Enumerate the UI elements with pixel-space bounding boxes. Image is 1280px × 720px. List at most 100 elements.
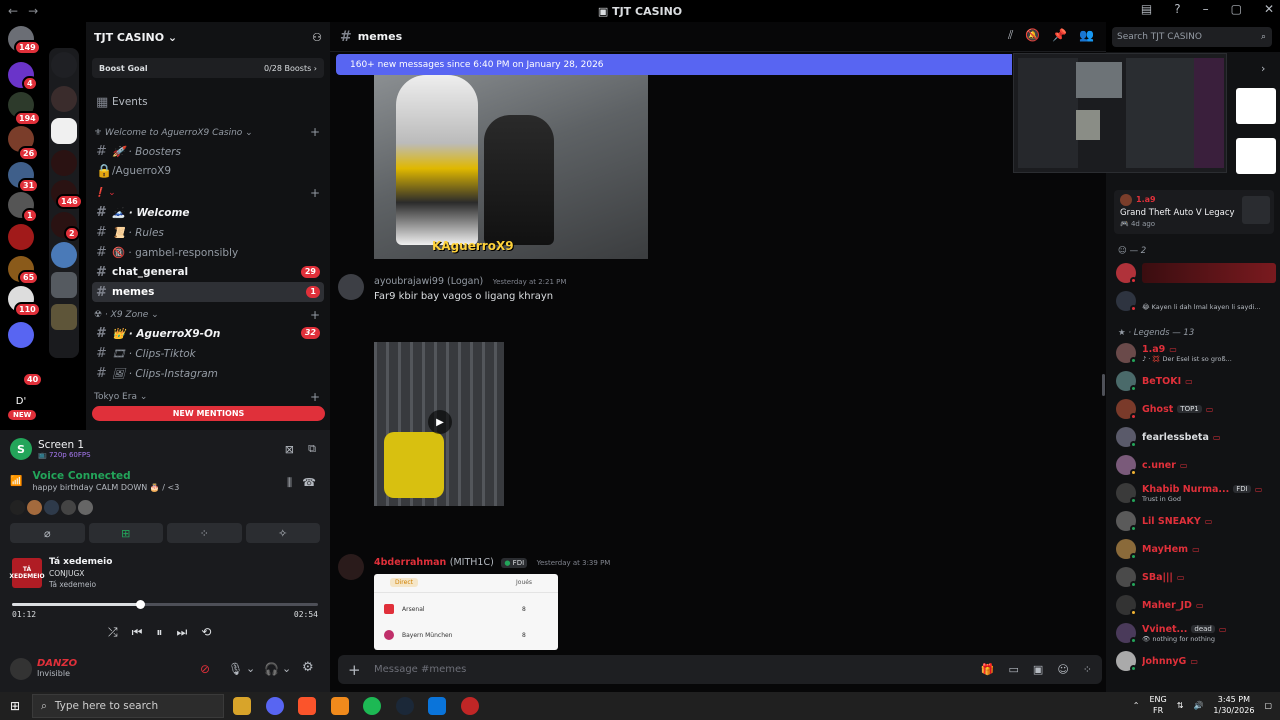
search-icon[interactable]: ⌕	[1261, 32, 1266, 42]
user-avatar[interactable]	[10, 658, 32, 680]
repeat-icon[interactable]: ⟲	[201, 625, 211, 640]
new-mentions-button[interactable]: NEW MENTIONS	[92, 406, 325, 421]
channel-aguerrox9[interactable]: 🔒/AguerroX9	[92, 161, 324, 181]
server-icon[interactable]	[51, 86, 77, 112]
camera-off-button[interactable]: ⌀	[10, 523, 85, 543]
channel-gambel[interactable]: # 🔞 · gambel-responsibly	[92, 242, 324, 262]
notifications-icon[interactable]: ▢	[1264, 701, 1272, 710]
clock[interactable]: 3:45 PM 1/30/2026	[1213, 694, 1254, 716]
track-title[interactable]: Tá xedemeio	[49, 557, 112, 567]
channel-clips-tiktok[interactable]: # 🎞 · Clips-Tiktok	[92, 343, 324, 363]
windows-start-icon[interactable]: ⊞	[10, 699, 20, 713]
avatar[interactable]	[338, 554, 364, 580]
emoji-icon[interactable]: ☺	[1057, 663, 1068, 676]
member-tag[interactable]: TOP1	[1177, 405, 1202, 413]
gif-icon[interactable]: ▭	[1009, 663, 1019, 676]
guild-tag[interactable]: ● FDI	[501, 558, 528, 568]
message-author[interactable]: 4bderrahman	[374, 557, 446, 568]
new-messages-banner[interactable]: 160+ new messages since 6:40 PM on Janua…	[336, 54, 1012, 75]
activity-card[interactable]: 1.a9 Grand Theft Auto V Legacy 🎮 4d ago	[1114, 190, 1274, 234]
shuffle-icon[interactable]: ⤮	[108, 625, 118, 640]
pause-icon[interactable]: ⏸	[156, 625, 162, 640]
meme-image[interactable]: KAguerroX9	[374, 75, 648, 259]
progress-bar[interactable]	[12, 600, 318, 609]
volume-icon[interactable]: 🔊	[1193, 701, 1203, 710]
channel-rules[interactable]: # 📜 · Rules	[92, 222, 324, 242]
category-tokyo-era[interactable]: Tokyo Era ⌄	[94, 392, 147, 402]
boost-goal[interactable]: Boost Goal 0/28 Boosts ›	[92, 58, 324, 78]
share-screen-button[interactable]: ⊞	[88, 523, 163, 543]
avatar[interactable]	[61, 500, 76, 515]
next-icon[interactable]: ⏭	[176, 625, 187, 640]
previous-icon[interactable]: ⏮	[132, 625, 143, 640]
voice-connected-label[interactable]: Voice Connected	[32, 470, 179, 482]
channel-chat-general[interactable]: # chat_general 29	[92, 262, 324, 282]
close-button[interactable]: ✕	[1264, 2, 1274, 16]
member-row[interactable]: 1.a9 ▭ ♪ · 💢 Der Esel ist so groß...	[1116, 340, 1276, 366]
chevron-down-icon[interactable]: ⌄	[246, 662, 255, 675]
minimize-button[interactable]: –	[1203, 2, 1209, 16]
member-row[interactable]: BeTOKI ▭	[1116, 368, 1276, 394]
member-list-icon[interactable]: 👥	[1079, 28, 1094, 43]
channel-aguerrox9-on[interactable]: # 👑 · AguerroX9-On 32	[92, 323, 324, 343]
guild-name[interactable]: TJT CASINO ⌄	[94, 31, 177, 44]
mic-icon[interactable]: 🎙	[228, 662, 243, 676]
member-row[interactable]: Maher_JD ▭	[1116, 592, 1276, 618]
server-icon[interactable]	[51, 150, 77, 176]
inbox-button-icon[interactable]: ▤	[1141, 2, 1152, 16]
discord-app-icon[interactable]	[266, 697, 284, 715]
member-row[interactable]: SBa||| ▭	[1116, 564, 1276, 590]
guild-header[interactable]: TJT CASINO ⌄ ⚇	[86, 22, 330, 52]
album-art[interactable]: TÁ XEDEMEIO	[9, 558, 45, 588]
help-icon[interactable]: ?	[1174, 2, 1180, 16]
screen-share-preview[interactable]	[1013, 53, 1227, 173]
server-icon[interactable]	[8, 322, 34, 348]
events-item[interactable]: ▦ Events	[92, 92, 324, 112]
add-channel-icon[interactable]: +	[310, 308, 320, 322]
username[interactable]: DANZO	[37, 658, 77, 669]
category-x9-zone[interactable]: ☢ · X9 Zone ⌄	[94, 310, 159, 320]
popout-icon[interactable]: ⧉	[308, 442, 316, 456]
channel-clips-instagram[interactable]: # 🖼 · Clips-Instagram	[92, 363, 324, 383]
add-channel-icon[interactable]: +	[310, 186, 320, 200]
attach-plus-icon[interactable]: +	[348, 661, 361, 679]
mute-icon[interactable]: 🔕	[1025, 28, 1040, 43]
threads-icon[interactable]: ⫽	[1008, 28, 1013, 43]
avatar[interactable]	[338, 274, 364, 300]
member-row[interactable]: JohnnyG ▭	[1116, 648, 1276, 674]
sticker-icon[interactable]: ▣	[1033, 663, 1043, 676]
gear-icon[interactable]: ⚙	[302, 660, 314, 675]
taskbar-search[interactable]: ⌕ Type here to search	[32, 694, 224, 718]
play-icon[interactable]: ▶	[428, 410, 452, 434]
pin-icon[interactable]: 📌	[1052, 28, 1067, 43]
forward-arrow-icon[interactable]: →	[28, 4, 38, 18]
member-row[interactable]: MayHem ▭	[1116, 536, 1276, 562]
member-row[interactable]	[1116, 260, 1276, 286]
disconnect-icon[interactable]: ☎	[302, 476, 316, 489]
member-row[interactable]: Khabib Nurma... FDI ▭ Trust in God	[1116, 480, 1276, 506]
member-row[interactable]: Lil SNEAKY ▭	[1116, 508, 1276, 534]
avatar[interactable]	[10, 500, 25, 515]
gift-icon[interactable]: 🎁	[981, 663, 995, 676]
network-icon[interactable]: ⇅	[1177, 701, 1184, 710]
member-row[interactable]: 😂 Kayen li dah lmal kayen li saydi...	[1116, 288, 1276, 314]
server-icon[interactable]	[8, 224, 34, 250]
member-row[interactable]: fearlessbeta ▭	[1116, 424, 1276, 450]
file-explorer-icon[interactable]	[233, 697, 251, 715]
brave-browser-icon[interactable]	[298, 697, 316, 715]
app-a-icon[interactable]	[331, 697, 349, 715]
hide-stream-icon[interactable]: ⊠	[285, 443, 294, 456]
signal-icon[interactable]: 📶	[10, 476, 22, 487]
back-arrow-icon[interactable]: ←	[8, 4, 18, 18]
chevron-down-icon[interactable]: ⌄	[282, 662, 291, 675]
server-icon[interactable]	[51, 52, 77, 78]
noise-suppression-icon[interactable]: ⫼	[287, 476, 292, 490]
headphones-icon[interactable]: 🎧	[264, 662, 279, 676]
steam-icon[interactable]	[396, 697, 414, 715]
scrollbar[interactable]	[1102, 374, 1105, 396]
message-input[interactable]: Message #memes	[374, 664, 466, 675]
chevron-right-icon[interactable]: ›	[1261, 62, 1265, 75]
member-row[interactable]: Ghost TOP1 ▭	[1116, 396, 1276, 422]
member-tag[interactable]: FDI	[1233, 485, 1251, 493]
server-icon[interactable]	[51, 272, 77, 298]
